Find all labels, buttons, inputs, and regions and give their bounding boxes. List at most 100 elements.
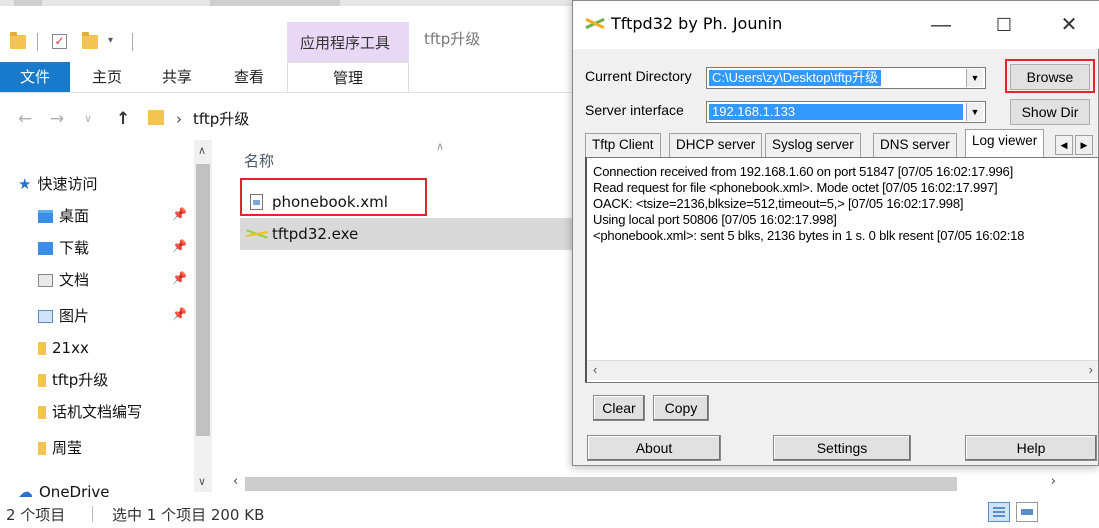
column-header-name[interactable]: 名称	[244, 150, 274, 171]
nav-quick-access-label: 快速访问	[37, 175, 98, 193]
file-name: tftpd32.exe	[272, 225, 359, 243]
sort-ascending-icon: ∧	[436, 140, 445, 153]
settings-button[interactable]: Settings	[773, 435, 911, 461]
scroll-down-icon[interactable]: ∨	[198, 475, 206, 488]
nav-item-label: 21xx	[52, 339, 89, 357]
desktop-icon	[38, 209, 53, 223]
nav-item-label: 话机文档编写	[52, 403, 143, 421]
tab-share[interactable]: 共享	[152, 62, 202, 92]
current-directory-value: C:\Users\zy\Desktop\tftp升级	[709, 70, 882, 86]
breadcrumb-current-folder[interactable]: tftp升级	[193, 104, 249, 134]
chevron-down-icon[interactable]: ▼	[966, 103, 983, 121]
nav-item-label: 文档	[59, 271, 90, 289]
file-row-tftpd32[interactable]: tftpd32.exe	[240, 218, 580, 250]
customize-toolbar-chevron-icon[interactable]: ▾	[108, 35, 113, 46]
tab-scroll-right-icon[interactable]: ▶	[1075, 135, 1093, 155]
up-arrow-icon[interactable]: ↑	[116, 104, 130, 134]
forward-arrow-icon[interactable]: →	[50, 104, 64, 134]
new-folder-icon[interactable]	[82, 32, 98, 49]
pin-icon[interactable]: 📌	[172, 307, 187, 321]
about-button[interactable]: About	[587, 435, 721, 461]
nav-item-label: 桌面	[59, 207, 90, 225]
nav-pane-scrollbar[interactable]: ∧ ∨	[194, 140, 212, 492]
tab-dhcp-server[interactable]: DHCP server	[669, 133, 763, 157]
copy-button[interactable]: Copy	[653, 395, 709, 421]
tftpd-app-icon	[246, 228, 268, 240]
tftpd-app-icon	[585, 15, 605, 31]
log-viewer-panel[interactable]: Connection received from 192.168.1.60 on…	[585, 157, 1099, 383]
clear-button[interactable]: Clear	[593, 395, 645, 421]
tab-syslog-server[interactable]: Syslog server	[765, 133, 861, 157]
tab-file[interactable]: 文件	[0, 62, 70, 92]
show-dir-button[interactable]: Show Dir	[1010, 99, 1090, 125]
log-line: <phonebook.xml>: sent 5 blks, 2136 bytes…	[593, 228, 1025, 243]
tab-manage[interactable]: 管理	[287, 62, 409, 92]
file-list-horizontal-scrollbar[interactable]: ‹ ›	[215, 474, 1070, 494]
nav-item-downloads[interactable]: 下载	[38, 232, 89, 264]
folder-icon	[38, 373, 46, 387]
log-horizontal-scrollbar[interactable]: ‹ ›	[587, 360, 1098, 380]
nav-item-zhouying[interactable]: 周莹	[38, 432, 82, 464]
tab-tftp-client[interactable]: Tftp Client	[585, 133, 661, 157]
pictures-icon	[38, 309, 53, 323]
breadcrumb-separator[interactable]: ›	[176, 104, 182, 134]
current-directory-combobox[interactable]: C:\Users\zy\Desktop\tftp升级 ▼	[706, 67, 986, 89]
back-arrow-icon[interactable]: ←	[18, 104, 32, 134]
status-bar: 2 个项目 选中 1 个项目 200 KB	[0, 500, 1099, 528]
highlight-box	[240, 178, 427, 216]
pin-icon[interactable]: 📌	[172, 239, 187, 253]
recent-locations-chevron-icon[interactable]: ∨	[84, 104, 92, 134]
address-folder-icon	[148, 110, 164, 125]
scrollbar-thumb[interactable]	[245, 477, 957, 491]
scrollbar-thumb[interactable]	[196, 164, 210, 436]
large-icons-view-button[interactable]	[1016, 502, 1038, 522]
minimize-icon[interactable]: —	[918, 7, 964, 43]
tftpd32-window: Tftpd32 by Ph. Jounin — ☐ ✕ Current Dire…	[572, 0, 1099, 466]
title-bar[interactable]: Tftpd32 by Ph. Jounin — ☐ ✕	[573, 1, 1099, 49]
pin-icon[interactable]: 📌	[172, 207, 187, 221]
folder-icon	[38, 405, 46, 419]
nav-item-pictures[interactable]: 图片	[38, 300, 89, 332]
tab-scroll-left-icon[interactable]: ◀	[1055, 135, 1073, 155]
folder-icon	[10, 32, 26, 49]
properties-check-icon[interactable]: ✓	[52, 34, 67, 49]
maximize-icon[interactable]: ☐	[981, 7, 1027, 43]
nav-item-documents[interactable]: 文档	[38, 264, 89, 296]
highlight-box	[1005, 59, 1095, 93]
folder-icon	[38, 341, 46, 355]
tab-home[interactable]: 主页	[82, 62, 132, 92]
help-button[interactable]: Help	[965, 435, 1097, 461]
scroll-up-icon[interactable]: ∧	[198, 144, 206, 157]
scroll-right-icon[interactable]: ›	[1051, 474, 1056, 489]
log-line: Connection received from 192.168.1.60 on…	[593, 164, 1013, 179]
scroll-right-icon[interactable]: ›	[1089, 362, 1093, 377]
nav-item-desktop[interactable]: 桌面	[38, 200, 89, 232]
log-line: Using local port 50806 [07/05 16:02:17.9…	[593, 212, 837, 227]
server-interface-combobox[interactable]: 192.168.1.133 ▼	[706, 101, 986, 123]
ribbon-divider	[0, 92, 580, 93]
server-interface-label: Server interface	[585, 102, 684, 118]
nav-item-tftp[interactable]: tftp升级	[38, 364, 108, 396]
star-icon: ★	[18, 175, 32, 193]
details-view-button[interactable]	[988, 502, 1010, 522]
window-title: tftp升级	[424, 30, 481, 48]
nav-quick-access[interactable]: ★ 快速访问	[18, 168, 97, 200]
tab-view[interactable]: 查看	[224, 62, 274, 92]
chevron-down-icon[interactable]: ▼	[966, 69, 983, 87]
nav-item-label: 周莹	[52, 439, 83, 457]
tab-log-viewer[interactable]: Log viewer	[965, 129, 1045, 159]
download-icon	[38, 241, 53, 255]
divider	[37, 33, 38, 51]
scroll-left-icon[interactable]: ‹	[233, 474, 238, 489]
status-selection: 选中 1 个项目 200 KB	[112, 506, 265, 524]
scroll-left-icon[interactable]: ‹	[593, 362, 597, 377]
nav-item-label: 下载	[59, 239, 90, 257]
close-icon[interactable]: ✕	[1046, 7, 1092, 43]
tab-dns-server[interactable]: DNS server	[873, 133, 957, 157]
tab-scroll-arrows: ◀ ▶	[1055, 135, 1095, 155]
nav-item-21xx[interactable]: 21xx	[38, 332, 89, 364]
pin-icon[interactable]: 📌	[172, 271, 187, 285]
log-line: OACK: <tsize=2136,blksize=512,timeout=5,…	[593, 196, 964, 211]
nav-item-phone-docs[interactable]: 话机文档编写	[38, 396, 142, 428]
divider	[92, 506, 93, 522]
